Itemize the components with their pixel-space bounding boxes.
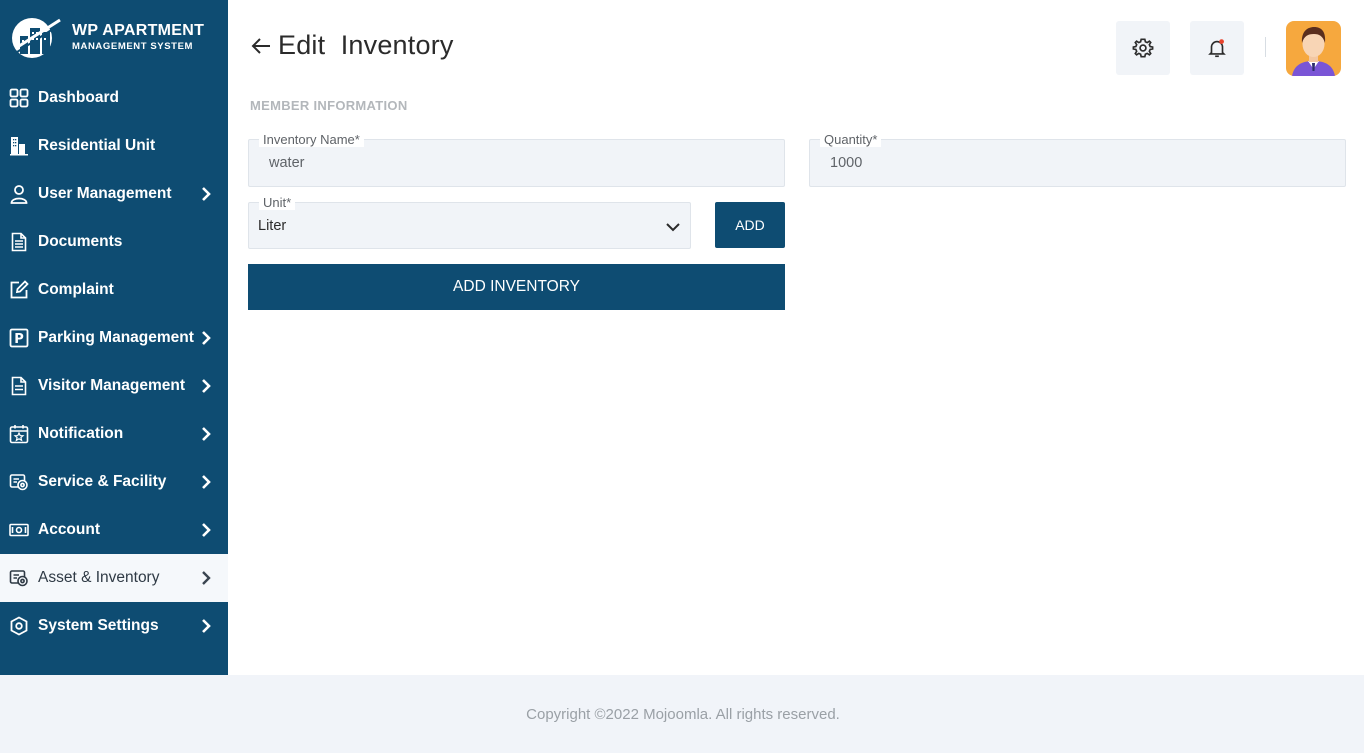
calendar-star-icon <box>8 423 30 445</box>
chevron-right-icon <box>202 379 211 393</box>
inventory-name-field[interactable]: Inventory Name* water <box>248 132 785 187</box>
dashboard-grid-icon <box>8 87 30 109</box>
visitor-document-icon <box>8 375 30 397</box>
sidebar-item-label: Residential Unit <box>38 137 156 154</box>
settings-hex-icon <box>8 615 30 637</box>
chevron-right-icon <box>202 187 211 201</box>
sidebar-item-complaint[interactable]: Complaint <box>0 266 228 314</box>
add-inventory-button[interactable]: ADD INVENTORY <box>248 264 785 310</box>
sidebar-item-visitor-management[interactable]: Visitor Management <box>0 362 228 410</box>
sidebar: WP APARTMENT MANAGEMENT SYSTEM Dashboard <box>0 0 228 675</box>
quantity-field[interactable]: Quantity* 1000 <box>809 132 1346 187</box>
user-avatar[interactable] <box>1286 21 1341 76</box>
chevron-right-icon <box>202 571 211 585</box>
brand-text: WP APARTMENT MANAGEMENT SYSTEM <box>72 21 205 52</box>
service-icon <box>8 471 30 493</box>
sidebar-nav: Dashboard Residential Unit User Manageme… <box>0 74 228 650</box>
sidebar-item-label: System Settings <box>38 617 159 634</box>
sidebar-item-account[interactable]: Account <box>0 506 228 554</box>
page-title: Edit Inventory <box>250 30 454 61</box>
chevron-right-icon <box>202 427 211 441</box>
sidebar-item-label: Account <box>38 521 100 538</box>
sidebar-item-label: Asset & Inventory <box>38 569 160 586</box>
sidebar-item-label: Dashboard <box>38 89 119 106</box>
sidebar-item-label: Notification <box>38 425 124 442</box>
copyright-text: Copyright ©2022 Mojoomla. All rights res… <box>526 705 840 723</box>
chevron-down-icon <box>666 223 680 232</box>
chevron-right-icon <box>202 523 211 537</box>
sidebar-item-residential-unit[interactable]: Residential Unit <box>0 122 228 170</box>
quantity-label: Quantity* <box>820 132 882 147</box>
section-title: MEMBER INFORMATION <box>250 98 408 113</box>
sidebar-item-service-facility[interactable]: Service & Facility <box>0 458 228 506</box>
building-logo-icon <box>10 14 66 60</box>
notification-button[interactable] <box>1190 21 1244 75</box>
gear-icon <box>1132 38 1154 58</box>
edit-icon <box>8 279 30 301</box>
quantity-value: 1000 <box>830 155 863 171</box>
bell-icon <box>1208 39 1226 58</box>
building-icon <box>8 135 30 157</box>
sidebar-item-user-management[interactable]: User Management <box>0 170 228 218</box>
header-divider <box>1265 37 1266 57</box>
brand-logo[interactable]: WP APARTMENT MANAGEMENT SYSTEM <box>10 12 220 62</box>
sidebar-item-asset-inventory[interactable]: Asset & Inventory <box>0 554 228 602</box>
document-icon <box>8 231 30 253</box>
chevron-right-icon <box>202 619 211 633</box>
back-arrow-icon[interactable] <box>250 35 272 57</box>
page-title-text: Edit Inventory <box>278 30 454 60</box>
unit-select[interactable]: Unit* Liter <box>248 195 691 249</box>
chevron-right-icon <box>202 475 211 489</box>
inventory-name-label: Inventory Name* <box>259 132 364 147</box>
inventory-name-value: water <box>269 155 305 171</box>
chevron-right-icon <box>202 331 211 345</box>
sidebar-item-parking-management[interactable]: P Parking Management <box>0 314 228 362</box>
money-icon <box>8 519 30 541</box>
asset-icon <box>8 567 30 589</box>
sidebar-item-label: Parking Management <box>38 329 194 346</box>
sidebar-item-label: Service & Facility <box>38 473 167 490</box>
svg-text:P: P <box>14 332 24 347</box>
add-unit-button[interactable]: ADD <box>715 202 785 248</box>
sidebar-item-dashboard[interactable]: Dashboard <box>0 74 228 122</box>
unit-selected-value: Liter <box>258 218 287 234</box>
sidebar-item-label: Documents <box>38 233 123 250</box>
footer: Copyright ©2022 Mojoomla. All rights res… <box>0 675 1364 753</box>
user-icon <box>8 183 30 205</box>
sidebar-item-label: Complaint <box>38 281 114 298</box>
parking-icon: P <box>8 327 30 349</box>
sidebar-item-label: Visitor Management <box>38 377 186 394</box>
unit-label: Unit* <box>259 195 296 210</box>
settings-button[interactable] <box>1116 21 1170 75</box>
sidebar-item-notification[interactable]: Notification <box>0 410 228 458</box>
brand-subtitle: MANAGEMENT SYSTEM <box>72 40 194 52</box>
sidebar-item-label: User Management <box>38 185 172 202</box>
sidebar-item-documents[interactable]: Documents <box>0 218 228 266</box>
sidebar-item-system-settings[interactable]: System Settings <box>0 602 228 650</box>
brand-title: WP APARTMENT <box>72 21 205 39</box>
